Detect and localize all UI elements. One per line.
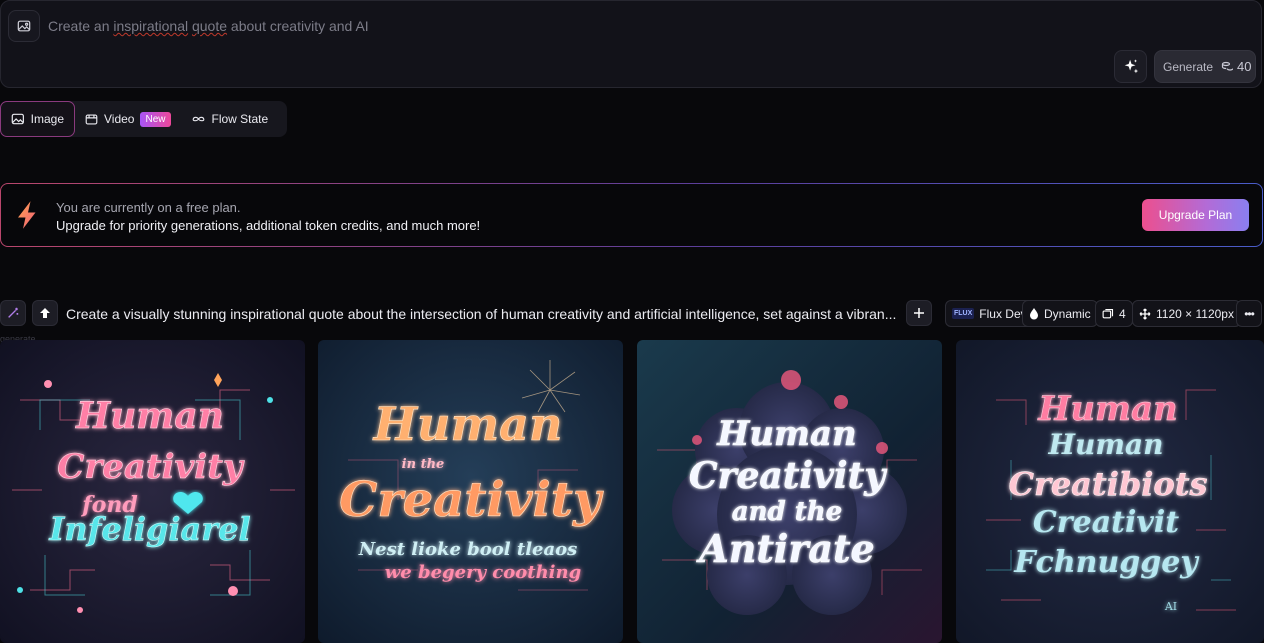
image-3-line-1: Human: [716, 414, 857, 454]
tab-flow-state[interactable]: Flow State: [181, 101, 279, 137]
reuse-prompt-button[interactable]: [32, 300, 58, 326]
images-icon: [1102, 308, 1114, 318]
flux-logo-icon: FLUX: [952, 308, 975, 319]
image-2-line-5: we begery coothing: [385, 562, 581, 583]
prompt-enhance-button[interactable]: [1114, 50, 1147, 83]
resize-icon: [1139, 308, 1151, 319]
lightning-icon: [18, 201, 36, 229]
generate-button[interactable]: Generate 40: [1154, 50, 1256, 83]
image-3-line-3: and the: [732, 497, 842, 527]
token-icon: [1221, 61, 1234, 71]
banner-line2: Upgrade for priority generations, additi…: [56, 218, 481, 233]
arrow-up-icon: [40, 308, 50, 318]
image-upload-button[interactable]: [8, 10, 40, 42]
image-1-line-2: Creativity: [57, 447, 245, 487]
image-4-line-3: Creatibiots: [1008, 465, 1207, 503]
generated-image-1[interactable]: Human Creativity fond Infeligiarel: [0, 340, 305, 643]
image-2-line-3: Creativity: [339, 472, 604, 528]
upgrade-plan-button[interactable]: Upgrade Plan: [1142, 199, 1249, 231]
add-button[interactable]: [906, 300, 932, 326]
magic-wand-icon: [8, 307, 19, 318]
image-2-line-2: in the: [402, 457, 445, 472]
prompt-input[interactable]: Create an inspirational quote about crea…: [48, 18, 369, 34]
video-icon: [85, 113, 98, 125]
more-options-button[interactable]: •••: [1236, 300, 1262, 327]
generate-label: Generate: [1163, 59, 1214, 74]
generated-image-4[interactable]: Human Human Creatibiots Creativit Fchnug…: [956, 340, 1264, 643]
image-1-line-1: Human: [75, 395, 224, 437]
banner-line1: You are currently on a free plan.: [56, 200, 241, 215]
tab-image[interactable]: Image: [0, 101, 75, 137]
infinity-icon: [192, 116, 204, 122]
image-2-line-1: Human: [372, 397, 563, 451]
image-1-line-4: Infeligiarel: [48, 510, 250, 548]
image-icon: [17, 20, 31, 32]
model-chip[interactable]: FLUX Flux Dev: [945, 300, 1034, 327]
mode-tabs: Image Video New Flow State: [0, 101, 287, 137]
image-4-line-4: Creativit: [1033, 505, 1179, 540]
magic-wand-button[interactable]: [0, 300, 26, 326]
size-chip[interactable]: 1120 × 1120px: [1132, 300, 1241, 327]
count-chip[interactable]: 4: [1095, 300, 1133, 327]
plus-icon: [914, 308, 924, 318]
sparkles-icon: [1124, 58, 1138, 73]
prompt-box[interactable]: Create an inspirational quote about crea…: [0, 0, 1262, 88]
new-badge: New: [140, 111, 171, 127]
style-chip[interactable]: Dynamic: [1022, 300, 1098, 327]
upgrade-banner: You are currently on a free plan. Upgrad…: [0, 183, 1263, 247]
image-4-line-5: Fchnuggey: [1013, 545, 1200, 580]
tab-video[interactable]: Video New: [75, 101, 181, 137]
generated-image-3[interactable]: Human Creativity and the Antirate: [637, 340, 942, 643]
token-cost: 40: [1221, 59, 1252, 74]
generation-header: generate Create a visually stunning insp…: [0, 300, 1264, 344]
image-3-line-4: Antirate: [696, 526, 874, 571]
image-4-line-2: Human: [1048, 428, 1164, 461]
generated-image-2[interactable]: Human in the Creativity Nest lioke bool …: [318, 340, 623, 643]
image-4-line-6: AI: [1164, 600, 1177, 613]
image-icon: [11, 113, 24, 125]
drop-icon: [1030, 307, 1038, 319]
image-2-line-4: Nest lioke bool tleaos: [358, 539, 578, 560]
generation-prompt[interactable]: Create a visually stunning inspirational…: [66, 306, 896, 322]
image-3-line-2: Creativity: [689, 455, 887, 497]
image-4-line-1: Human: [1037, 389, 1178, 429]
